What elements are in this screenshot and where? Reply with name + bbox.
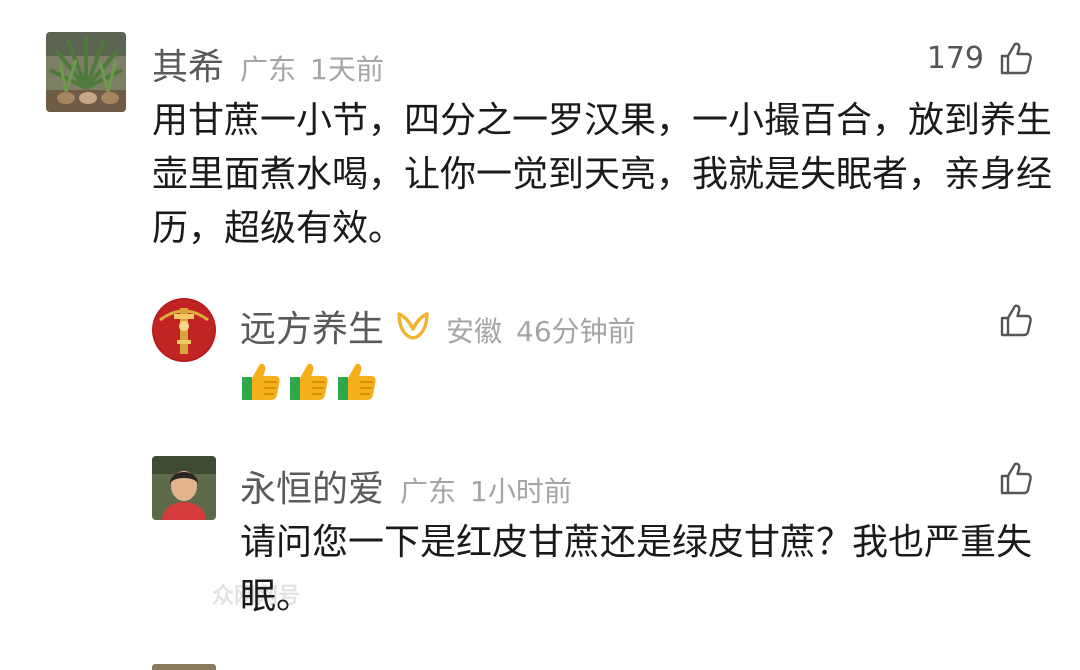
thumbs-up-emoji-icon <box>242 363 280 400</box>
avatar[interactable] <box>152 456 216 520</box>
like-button[interactable] <box>998 460 1034 496</box>
avatar[interactable] <box>152 298 216 362</box>
like-button[interactable] <box>998 302 1034 338</box>
location-label: 安徽 <box>446 315 503 348</box>
comment-meta: 远方养生 安徽 46分钟前 <box>240 300 636 352</box>
location-label: 广东 <box>240 53 297 86</box>
location-label: 广东 <box>400 475 457 508</box>
username[interactable]: 永恒的爱 <box>240 460 384 512</box>
thumbs-up-emoji-icon <box>338 363 376 400</box>
like-count: 179 <box>926 40 984 76</box>
reaction-emoji-row <box>240 360 378 402</box>
avatar[interactable] <box>152 664 216 670</box>
timestamp: 1小时前 <box>470 475 572 508</box>
comment-text: 请问您一下是红皮甘蔗还是绿皮甘蔗？我也严重失眠。 <box>240 522 1033 617</box>
thumbs-up-icon[interactable] <box>998 302 1034 338</box>
username[interactable]: 其希 <box>152 38 224 90</box>
comment-list: 其希 广东 1天前 179 用甘蔗一小节，四分之一罗汉果，一小撮百合，放到养生壶… <box>0 0 1080 670</box>
timestamp: 46分钟前 <box>516 315 636 348</box>
avatar[interactable] <box>46 32 126 112</box>
verified-badge-icon <box>397 312 429 340</box>
comment-text: 用甘蔗一小节，四分之一罗汉果，一小撮百合，放到养生壶里面煮水喝，让你一觉到天亮，… <box>152 100 1053 249</box>
thumbs-up-icon[interactable] <box>998 460 1034 496</box>
comment-meta: 其希 广东 1天前 <box>152 38 384 90</box>
comment-item: 其希 广东 1天前 179 用甘蔗一小节，四分之一罗汉果，一小撮百合，放到养生壶… <box>0 0 1080 260</box>
thumbs-up-icon[interactable] <box>998 40 1034 76</box>
thumbs-up-emoji-icon <box>290 363 328 400</box>
reply-item: 永恒的爱 广东 1小时前 请问您一下是红皮甘蔗还是绿皮甘蔗？我也严重失眠。 <box>0 450 1080 670</box>
reply-item: 众网网号 远方养生 安徽 46分钟前 <box>0 260 1080 609</box>
like-button[interactable]: 179 <box>927 40 1034 76</box>
username[interactable]: 远方养生 <box>240 300 384 352</box>
comment-meta: 永恒的爱 广东 1小时前 <box>240 460 572 512</box>
timestamp: 1天前 <box>310 53 384 86</box>
